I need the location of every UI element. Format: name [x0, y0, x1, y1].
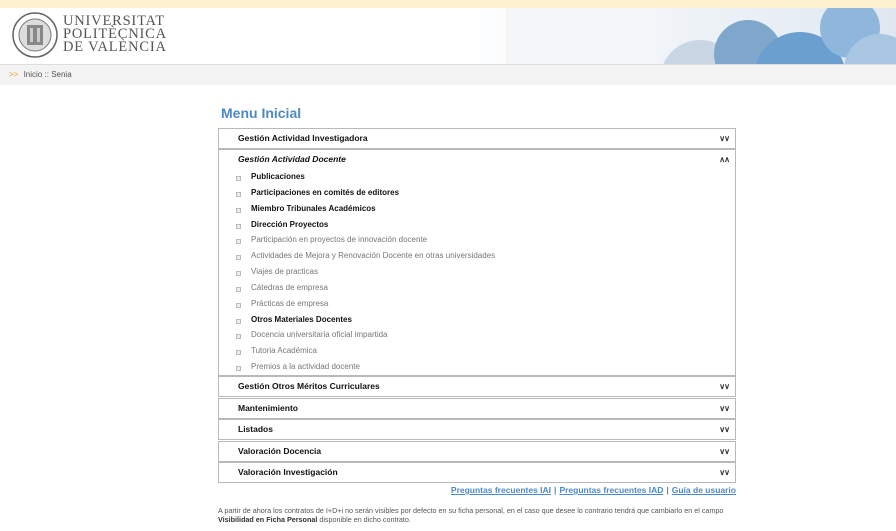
section-valoracion-docencia: Valoración Docencia ∨∨: [218, 441, 736, 462]
submenu-item-innovacion-docente[interactable]: Participación en proyectos de innovación…: [219, 232, 735, 248]
section-mantenimiento: Mantenimiento ∨∨: [218, 398, 736, 419]
breadcrumb-separator: ::: [44, 70, 49, 79]
section-header-docente[interactable]: Gestión Actividad Docente ∧∧: [219, 150, 735, 169]
section-gestion-actividad-investigadora: Gestión Actividad Investigadora ∨∨: [218, 128, 736, 149]
page-content: Menu Inicial Gestión Actividad Investiga…: [0, 85, 896, 531]
logo-line-3: DE VALÈNCIA: [63, 39, 167, 55]
link-separator: |: [554, 485, 557, 495]
section-header-valoracion-investigacion[interactable]: Valoración Investigación ∨∨: [219, 463, 735, 482]
submenu-item-direccion-proyectos[interactable]: Dirección Proyectos: [219, 217, 735, 233]
chevron-down-icon[interactable]: ∨∨: [719, 442, 730, 461]
chevron-down-icon[interactable]: ∨∨: [719, 377, 730, 396]
bullet-icon: [236, 286, 241, 292]
chevron-up-icon[interactable]: ∧∧: [719, 150, 730, 169]
university-name-logo: UNIVERSITAT POLITÈCNICA DE VALÈNCIA: [63, 14, 167, 55]
help-links: Preguntas frecuentes IAI | Preguntas frecu…: [218, 485, 736, 495]
bullet-icon: [236, 271, 241, 277]
bullet-icon: [236, 239, 241, 245]
section-label: Listados: [238, 424, 273, 434]
site-header: UNIVERSITAT POLITÈCNICA DE VALÈNCIA: [0, 8, 896, 64]
bullet-icon: [236, 207, 241, 213]
bullet-icon: [236, 334, 241, 340]
chevron-down-icon[interactable]: ∨∨: [719, 399, 730, 418]
docente-submenu: Publicaciones Participaciones en comités…: [219, 169, 735, 375]
university-seal-logo: [12, 12, 58, 58]
submenu-item-practicas-empresa[interactable]: Prácticas de empresa: [219, 296, 735, 312]
section-header-listados[interactable]: Listados ∨∨: [219, 420, 735, 439]
page-title: Menu Inicial: [221, 105, 302, 121]
submenu-item-viajes-practicas[interactable]: Viajes de practicas: [219, 264, 735, 280]
submenu-item-otros-materiales[interactable]: Otros Materiales Docentes: [219, 312, 735, 328]
section-gestion-otros-meritos: Gestión Otros Méritos Curriculares ∨∨: [218, 376, 736, 397]
breadcrumb: >> Inicio :: Senia: [0, 64, 896, 86]
section-header-mantenimiento[interactable]: Mantenimiento ∨∨: [219, 399, 735, 418]
faq-iad-link[interactable]: Preguntas frecuentes IAD: [559, 485, 663, 495]
notice-field-name: Visibilidad en Ficha Personal: [218, 515, 318, 524]
bullet-icon: [236, 318, 241, 324]
section-header-valoracion-docencia[interactable]: Valoración Docencia ∨∨: [219, 442, 735, 461]
breadcrumb-current: Senia: [51, 70, 72, 79]
section-valoracion-investigacion: Valoración Investigación ∨∨: [218, 462, 736, 483]
section-header-otros-meritos[interactable]: Gestión Otros Méritos Curriculares ∨∨: [219, 377, 735, 396]
notice-text-end: disponible en dicho contrato.: [317, 515, 411, 524]
submenu-item-comites-editores[interactable]: Participaciones en comités de editores: [219, 185, 735, 201]
chevron-down-icon[interactable]: ∨∨: [719, 129, 730, 148]
bullet-icon: [236, 191, 241, 197]
section-label: Gestión Actividad Docente: [238, 154, 346, 164]
bullet-icon: [236, 366, 241, 372]
link-separator: |: [666, 485, 669, 495]
faq-iai-link[interactable]: Preguntas frecuentes IAI: [451, 485, 551, 495]
user-guide-link[interactable]: Guía de usuario: [672, 485, 736, 495]
bullet-icon: [236, 255, 241, 261]
section-gestion-actividad-docente: Gestión Actividad Docente ∧∧ Publicacion…: [218, 149, 736, 376]
submenu-item-tribunales[interactable]: Miembro Tribunales Académicos: [219, 201, 735, 217]
section-label: Gestión Otros Méritos Curriculares: [238, 381, 380, 391]
breadcrumb-arrow-icon: >>: [9, 70, 19, 79]
section-label: Gestión Actividad Investigadora: [238, 133, 368, 143]
submenu-item-docencia-oficial[interactable]: Docencia universitaria oficial impartida: [219, 327, 735, 343]
breadcrumb-home-link[interactable]: Inicio: [24, 70, 43, 79]
section-header-investigadora[interactable]: Gestión Actividad Investigadora ∨∨: [219, 129, 735, 148]
chevron-down-icon[interactable]: ∨∨: [719, 420, 730, 439]
section-label: Valoración Investigación: [238, 467, 338, 477]
section-listados: Listados ∨∨: [218, 419, 736, 440]
section-label: Mantenimiento: [238, 403, 298, 413]
contracts-notice: A partir de ahora los contratos de I+D+i…: [218, 506, 738, 524]
submenu-item-publicaciones[interactable]: Publicaciones: [219, 169, 735, 185]
notice-text: A partir de ahora los contratos de I+D+i…: [218, 506, 724, 515]
section-label: Valoración Docencia: [238, 446, 322, 456]
submenu-item-mejora-renovacion[interactable]: Actividades de Mejora y Renovación Docen…: [219, 248, 735, 264]
submenu-item-catedras-empresa[interactable]: Cátedras de empresa: [219, 280, 735, 296]
chevron-down-icon[interactable]: ∨∨: [719, 463, 730, 482]
bullet-icon: [236, 176, 241, 181]
bullet-icon: [236, 350, 241, 356]
top-strip: [0, 0, 896, 8]
submenu-item-tutoria-academica[interactable]: Tutoria Académica: [219, 343, 735, 359]
submenu-item-premios[interactable]: Premios a la actividad docente: [219, 359, 735, 375]
bullet-icon: [236, 223, 241, 229]
bullet-icon: [236, 302, 241, 308]
